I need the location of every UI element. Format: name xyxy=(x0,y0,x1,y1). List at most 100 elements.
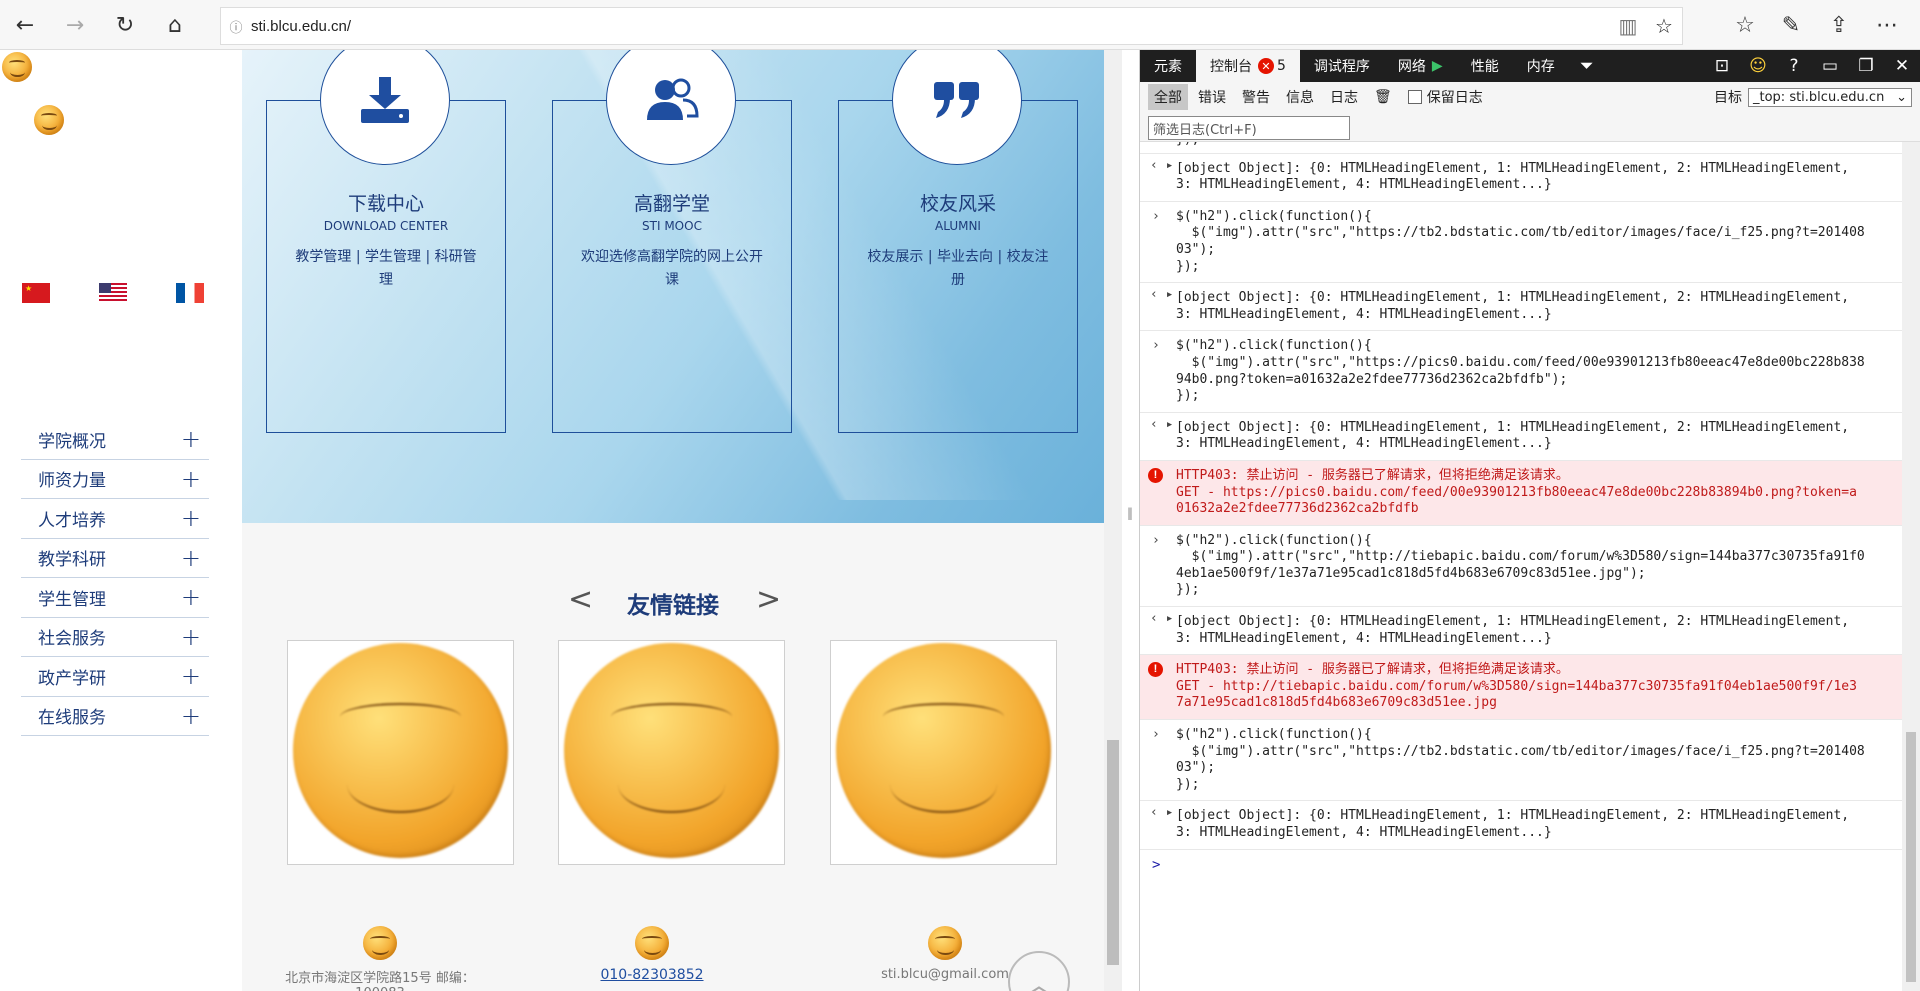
nav-label: 在线服务 xyxy=(38,708,106,729)
checkbox-box[interactable] xyxy=(1407,90,1422,104)
phone-link[interactable]: 010-82303852 xyxy=(572,967,732,983)
result-text: [object Object]: {0: HTMLHeadingElement,… xyxy=(1176,419,1850,452)
console-result[interactable]: ‹ ▸ [object Object]: {0: HTMLHeadingEleme… xyxy=(1140,283,1920,332)
share-icon[interactable]: ⇪ xyxy=(1822,9,1856,41)
error-icon: ! xyxy=(1148,467,1163,483)
plus-icon[interactable]: + xyxy=(181,546,201,570)
reading-view-icon[interactable]: ▥ xyxy=(1610,14,1646,38)
nav-item-faculty[interactable]: 师资力量 + xyxy=(21,460,209,499)
address-url[interactable]: sti.blcu.edu.cn/ xyxy=(251,18,1610,35)
card-title: 下载中心 xyxy=(347,193,424,215)
footer-email: sti.blcu@gmail.com xyxy=(870,926,1020,982)
info-icon[interactable]: ⓘ xyxy=(221,17,251,36)
scrollbar-thumb[interactable] xyxy=(1906,732,1916,982)
console-result[interactable]: ‹ ▸ [object Object]: {0: HTMLHeadingEleme… xyxy=(1140,607,1920,656)
result-expand-icon[interactable]: ‹ ▸ xyxy=(1150,287,1173,304)
undock-icon[interactable]: ❐ xyxy=(1848,50,1884,82)
favorites-icon[interactable]: ☆ xyxy=(1728,9,1762,41)
console-result[interactable]: ‹ ▸ [object Object]: {0: HTMLHeadingEleme… xyxy=(1140,154,1920,202)
tab-memory[interactable]: 内存 xyxy=(1513,50,1569,82)
input-prompt-icon: › xyxy=(1152,338,1160,354)
refresh-icon[interactable]: ↻ xyxy=(108,9,142,41)
target-dropdown[interactable]: _top: sti.blcu.edu.cn ⌄ xyxy=(1748,87,1912,107)
card-alumni[interactable]: 校友风采 ALUMNI 校友展示 | 毕业去向 | 校友注册 xyxy=(838,50,1078,433)
tab-network[interactable]: 网络 ▶ xyxy=(1384,50,1457,82)
sidebar: ★ 学院概况 + 师资力量 + 人才培养 + 教学科研 + 学生管理 + 社会服务 + 政产… xyxy=(0,50,242,991)
preserve-log-checkbox[interactable]: 保留日志 xyxy=(1407,87,1483,107)
error-text[interactable]: HTTP403: 禁止访问 - 服务器已了解请求，但将拒绝满足该请求。 GET … xyxy=(1176,662,1857,710)
france-flag-icon[interactable] xyxy=(176,283,204,303)
filter-all[interactable]: 全部 xyxy=(1148,84,1188,110)
china-flag-icon[interactable]: ★ xyxy=(22,283,50,303)
plus-icon[interactable]: + xyxy=(181,704,201,728)
plus-icon[interactable]: + xyxy=(181,664,201,688)
devtools-splitter[interactable]: ‖ xyxy=(1122,50,1140,991)
plus-icon[interactable]: + xyxy=(181,427,201,451)
filter-logs[interactable]: 日志 xyxy=(1324,84,1364,110)
result-expand-icon[interactable]: ‹ ▸ xyxy=(1150,611,1173,628)
nav-item-research[interactable]: 教学科研 + xyxy=(21,539,209,578)
smiley-image xyxy=(2,52,32,82)
nav-item-service[interactable]: 社会服务 + xyxy=(21,618,209,657)
home-icon[interactable]: ⌂ xyxy=(158,9,192,41)
usa-flag-icon[interactable] xyxy=(99,283,127,303)
input-prompt-icon: › xyxy=(1152,532,1160,548)
page-scrollbar[interactable] xyxy=(1104,50,1122,991)
more-tabs-icon[interactable]: ⏷ xyxy=(1569,50,1605,82)
tab-console[interactable]: 控制台 ✕ 5 xyxy=(1196,50,1300,82)
nav-item-about[interactable]: 学院概况 + xyxy=(21,420,209,460)
console-result[interactable]: ‹ ▸ [object Object]: {0: HTMLHeadingEleme… xyxy=(1140,413,1920,461)
back-arrow-icon[interactable]: ← xyxy=(8,9,42,41)
forward-arrow-icon[interactable]: → xyxy=(58,9,92,41)
plus-icon[interactable]: + xyxy=(181,625,201,649)
error-count: 5 xyxy=(1277,58,1286,74)
plus-icon[interactable]: + xyxy=(181,506,201,530)
main-content: 下载中心 DOWNLOAD CENTER 教学管理 | 学生管理 | 科研管理 … xyxy=(242,50,1104,991)
filter-info[interactable]: 信息 xyxy=(1280,84,1320,110)
card-sti-mooc[interactable]: 高翻学堂 STI MOOC 欢迎选修高翻学院的网上公开课 xyxy=(552,50,792,433)
star-icon[interactable]: ☆ xyxy=(1646,14,1682,38)
friend-link-image[interactable] xyxy=(287,640,514,865)
nav-item-online[interactable]: 在线服务 + xyxy=(21,697,209,736)
nav-item-training[interactable]: 人才培养 + xyxy=(21,499,209,539)
smiley-image xyxy=(564,643,779,858)
nav-item-industry[interactable]: 政产学研 + xyxy=(21,657,209,697)
feedback-smiley-icon[interactable]: ☺ xyxy=(1740,50,1776,82)
trash-icon[interactable]: 🗑 xyxy=(1368,86,1398,108)
log-filter-input[interactable]: 筛选日志(Ctrl+F) xyxy=(1148,116,1350,140)
dock-icon[interactable]: ▭ xyxy=(1812,50,1848,82)
tab-performance[interactable]: 性能 xyxy=(1457,50,1513,82)
scrollbar-thumb[interactable] xyxy=(1107,740,1119,965)
chevron-right-icon[interactable]: > xyxy=(756,582,781,617)
nav-item-students[interactable]: 学生管理 + xyxy=(21,578,209,618)
console-scrollbar[interactable] xyxy=(1902,142,1920,991)
card-links[interactable]: 欢迎选修高翻学院的网上公开课 xyxy=(578,246,766,292)
result-expand-icon[interactable]: ‹ ▸ xyxy=(1150,158,1173,175)
error-text[interactable]: HTTP403: 禁止访问 - 服务器已了解请求，但将拒绝满足该请求。 GET … xyxy=(1176,468,1857,516)
side-nav: 学院概况 + 师资力量 + 人才培养 + 教学科研 + 学生管理 + 社会服务 + 政产学研… xyxy=(21,420,209,736)
tab-elements[interactable]: 元素 xyxy=(1140,50,1196,82)
plus-icon[interactable]: + xyxy=(181,467,201,491)
help-icon[interactable]: ? xyxy=(1776,50,1812,82)
plus-icon[interactable]: + xyxy=(181,585,201,609)
card-links[interactable]: 校友展示 | 毕业去向 | 校友注册 xyxy=(864,246,1052,292)
card-links[interactable]: 教学管理 | 学生管理 | 科研管理 xyxy=(292,246,480,292)
pen-icon[interactable]: ✎ xyxy=(1774,9,1808,41)
friend-link-image[interactable] xyxy=(558,640,785,865)
result-expand-icon[interactable]: ‹ ▸ xyxy=(1150,417,1173,434)
tab-debugger[interactable]: 调试程序 xyxy=(1300,50,1384,82)
console-result[interactable]: ‹ ▸ [object Object]: {0: HTMLHeadingEleme… xyxy=(1140,801,1920,850)
result-expand-icon[interactable]: ‹ ▸ xyxy=(1150,805,1173,822)
console-input[interactable]: > xyxy=(1140,850,1920,878)
input-prompt-icon: › xyxy=(1152,208,1160,224)
more-icon[interactable]: ⋯ xyxy=(1870,9,1904,41)
friend-link-image[interactable] xyxy=(830,640,1057,865)
console-drawer-icon[interactable]: ⊡ xyxy=(1704,50,1740,82)
tab-label: 内存 xyxy=(1526,59,1555,75)
address-bar[interactable]: ⓘ sti.blcu.edu.cn/ ▥ ☆ xyxy=(220,7,1683,45)
filter-errors[interactable]: 错误 xyxy=(1192,84,1232,110)
card-download-center[interactable]: 下载中心 DOWNLOAD CENTER 教学管理 | 学生管理 | 科研管理 xyxy=(266,50,506,433)
filter-warnings[interactable]: 警告 xyxy=(1236,84,1276,110)
grip-icon[interactable]: ‖ xyxy=(1127,506,1133,520)
close-icon[interactable]: ✕ xyxy=(1884,50,1920,82)
